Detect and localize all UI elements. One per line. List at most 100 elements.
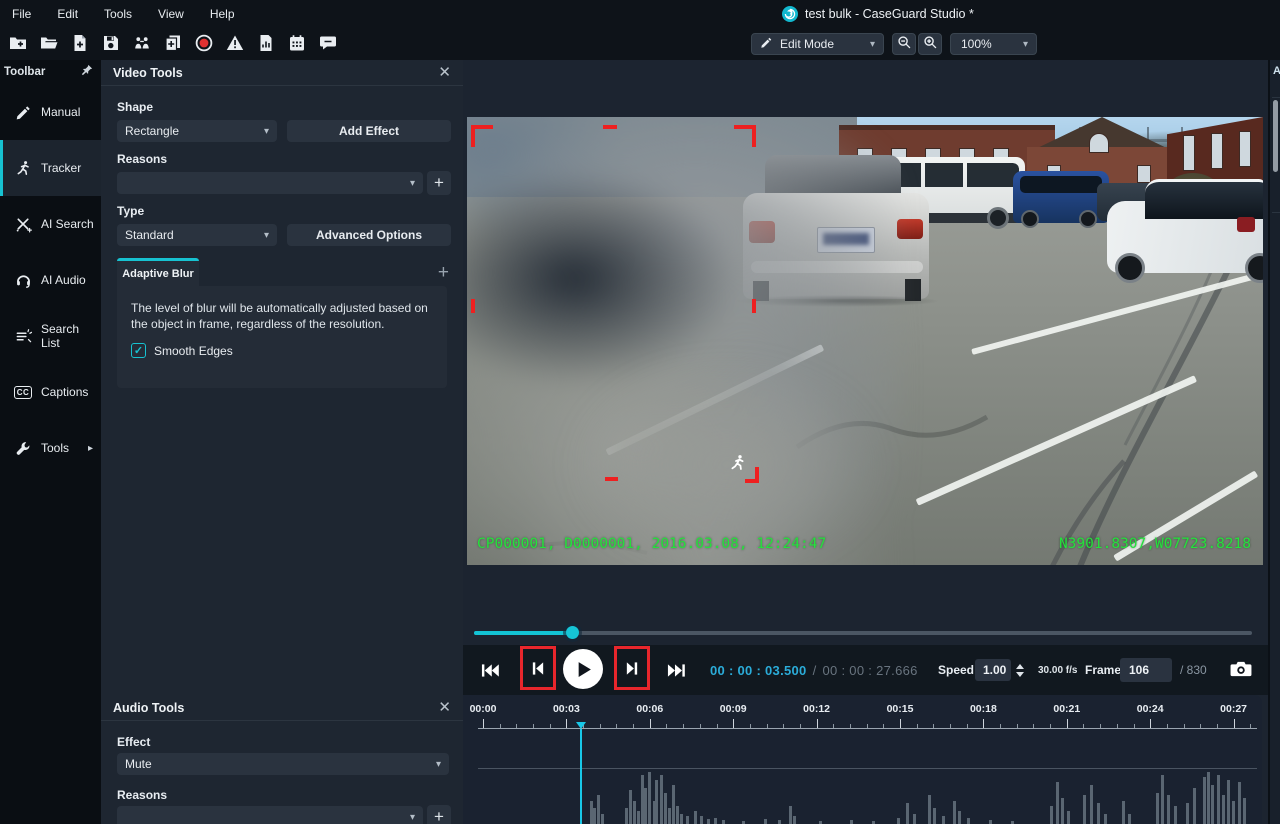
menu-view[interactable]: View [158,7,184,21]
time-display: 00 : 00 : 03.500 / 00 : 00 : 27.666 [710,645,918,695]
feedback-icon[interactable] [317,31,339,55]
previous-frame-button-highlighted[interactable] [520,646,556,690]
play-button[interactable] [563,649,603,689]
chevron-down-icon: ▾ [436,759,441,770]
edit-mode-dropdown[interactable]: Edit Mode ▾ [751,33,884,55]
reasons-label: Reasons [117,152,167,166]
pin-icon[interactable] [81,63,93,81]
zoom-in-button[interactable] [918,33,942,55]
sidebar-item-label: Captions [41,385,88,399]
add-file-icon[interactable] [69,31,91,55]
zoom-level-dropdown[interactable]: 100% ▾ [950,33,1037,55]
speed-stepper[interactable] [1013,658,1027,682]
skip-to-end-button[interactable] [663,660,689,680]
seek-track[interactable] [474,631,1252,635]
adaptive-blur-description: The level of blur will be automatically … [131,300,433,332]
chevron-down-icon: ▾ [410,812,415,823]
timeline-ruler [478,728,1257,729]
type-select[interactable]: Standard▾ [117,224,277,246]
smooth-edges-checkbox[interactable]: ✓ Smooth Edges [131,343,433,358]
menu-help[interactable]: Help [210,7,235,21]
tracker-mark [605,477,618,481]
save-icon[interactable] [100,31,122,55]
timeline-label: 00:15 [887,703,914,715]
tab-adaptive-blur[interactable]: Adaptive Blur [117,258,199,286]
next-frame-button-highlighted[interactable] [614,646,650,690]
add-effect-button[interactable]: Add Effect [287,120,451,142]
add-reason-button[interactable]: + [427,171,451,195]
pencil-icon [760,36,773,52]
osd-gps-coordinates: N3901.8307,W07723.8218 [1059,536,1251,552]
sidebar-item-search-list[interactable]: Search List [0,308,101,364]
window-title: test bulk - CaseGuard Studio * [805,7,974,21]
checkbox-check-icon: ✓ [131,343,146,358]
tracker-corner-mark [745,467,759,483]
video-preview[interactable]: CP000001, D0000001, 2016.03.08, 12:24:47… [467,117,1263,565]
ai-search-icon [14,216,32,233]
record-icon[interactable] [193,31,215,55]
seek-slider[interactable] [474,626,1252,640]
frame-input[interactable] [1120,658,1172,682]
zoom-out-icon [897,35,912,53]
main-video-area: CP000001, D0000001, 2016.03.08, 12:24:47… [463,60,1268,824]
speed-label: Speed [938,645,974,695]
advanced-options-button[interactable]: Advanced Options [287,224,451,246]
blue-suv [1013,171,1109,223]
effect-select[interactable]: Mute ▾ [117,753,449,775]
timeline-label: 00:18 [970,703,997,715]
timeline-label: 00:00 [470,703,497,715]
type-label: Type [117,204,144,218]
report-icon[interactable] [255,31,277,55]
close-icon[interactable]: ✕ [438,700,451,715]
add-audio-reason-button[interactable]: + [427,805,451,824]
bulk-add-icon[interactable] [162,31,184,55]
sidebar-item-manual[interactable]: Manual [0,84,101,140]
sidebar-item-label: Tools [41,441,69,455]
timeline-label: 00:21 [1053,703,1080,715]
schedule-icon[interactable] [286,31,308,55]
tracker-selection-box[interactable] [471,125,756,313]
sidebar-item-label: AI Search [41,217,94,231]
zoom-out-button[interactable] [892,33,916,55]
sidebar-item-captions[interactable]: CC Captions [0,364,101,420]
reasons-select[interactable]: ▾ [117,172,423,194]
sidebar-item-tools[interactable]: Tools▸ [0,420,101,476]
add-tab-button[interactable]: + [438,262,449,284]
current-time: 00 : 00 : 03.500 [710,663,807,678]
shape-label: Shape [117,100,153,114]
close-icon[interactable]: ✕ [438,65,451,80]
sidebar-item-label: Tracker [41,161,81,175]
timeline[interactable]: 00:0000:0300:0600:0900:1200:1500:1800:21… [463,695,1262,824]
seek-thumb[interactable] [566,626,579,639]
sidebar-item-tracker[interactable]: Tracker [0,140,101,196]
sidebar-item-label: Manual [41,105,80,119]
snapshot-camera-button[interactable] [1230,660,1254,680]
speed-input[interactable] [975,659,1011,681]
sidebar-item-ai-audio[interactable]: AI Audio [0,252,101,308]
menu-tools[interactable]: Tools [104,7,132,21]
open-folder-icon[interactable] [38,31,60,55]
scrollbar-thumb[interactable] [1273,100,1278,172]
menu-edit[interactable]: Edit [57,7,78,21]
audio-reasons-select[interactable]: ▾ [117,806,423,824]
decrement-icon [1016,672,1024,677]
timeline-track-divider [478,768,1257,769]
effect-value: Mute [125,757,152,771]
timeline-label: 00:24 [1137,703,1164,715]
playhead-handle[interactable] [576,722,586,729]
effect-label: Effect [117,735,150,749]
right-panel-edge[interactable]: A [1268,60,1280,824]
caseguard-studio-window: File Edit Tools View Help test bulk - CaseGu… [0,0,1280,824]
shape-select[interactable]: Rectangle▾ [117,120,277,142]
menu-file[interactable]: File [12,7,31,21]
frame-total: / 830 [1180,645,1207,695]
framerate-value: 30.00 f/s [1038,645,1077,695]
sidebar-item-ai-search[interactable]: AI Search [0,196,101,252]
skip-to-start-button[interactable] [477,660,503,680]
new-project-icon[interactable] [7,31,29,55]
captions-icon: CC [14,386,32,399]
playhead-line[interactable] [580,729,582,824]
detect-people-icon[interactable] [131,31,153,55]
warning-icon[interactable] [224,31,246,55]
timeline-label: 00:06 [636,703,663,715]
